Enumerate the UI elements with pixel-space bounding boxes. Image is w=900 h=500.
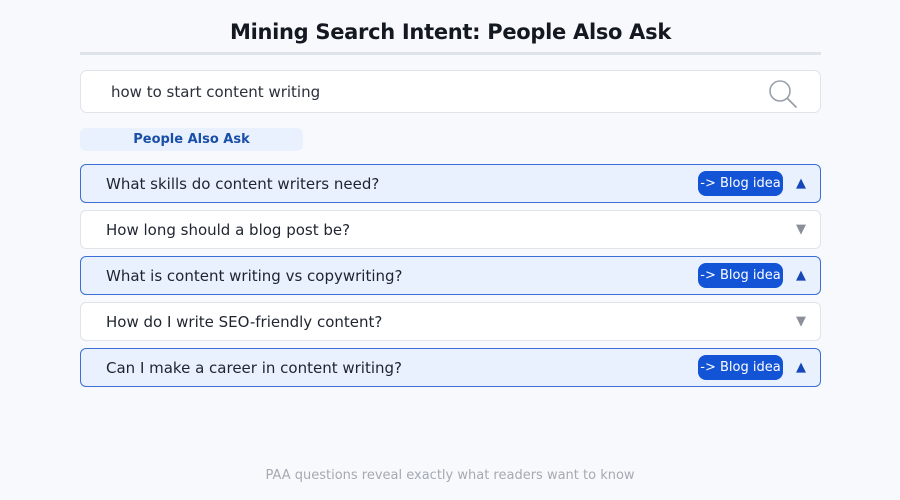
title-divider <box>80 52 821 55</box>
page: Mining Search Intent: People Also Ask ho… <box>0 0 900 500</box>
paa-question[interactable]: What skills do content writers need? -> … <box>80 164 821 203</box>
blog-idea-badge[interactable]: -> Blog idea <box>698 355 783 380</box>
paa-question[interactable]: How do I write SEO-friendly content? ▼ <box>80 302 821 341</box>
search-bar[interactable]: how to start content writing <box>80 70 821 113</box>
caret-icon[interactable]: ▲ <box>796 177 806 190</box>
question-text: Can I make a career in content writing? <box>106 359 402 377</box>
caret-icon[interactable]: ▼ <box>796 223 806 236</box>
paa-question[interactable]: Can I make a career in content writing? … <box>80 348 821 387</box>
paa-question-list: What skills do content writers need? -> … <box>80 164 821 394</box>
question-text: How do I write SEO-friendly content? <box>106 313 383 331</box>
caret-icon[interactable]: ▲ <box>796 361 806 374</box>
question-text: What is content writing vs copywriting? <box>106 267 403 285</box>
search-icon[interactable] <box>768 79 800 109</box>
question-text: How long should a blog post be? <box>106 221 351 239</box>
paa-question[interactable]: What is content writing vs copywriting? … <box>80 256 821 295</box>
caret-icon[interactable]: ▲ <box>796 269 806 282</box>
question-text: What skills do content writers need? <box>106 175 380 193</box>
blog-idea-badge[interactable]: -> Blog idea <box>698 171 783 196</box>
caret-icon[interactable]: ▼ <box>796 315 806 328</box>
people-also-ask-label: People Also Ask <box>80 128 303 151</box>
blog-idea-badge[interactable]: -> Blog idea <box>698 263 783 288</box>
page-title: Mining Search Intent: People Also Ask <box>229 20 672 44</box>
footer-note: PAA questions reveal exactly what reader… <box>265 468 635 483</box>
paa-question[interactable]: How long should a blog post be? ▼ <box>80 210 821 249</box>
search-input[interactable]: how to start content writing <box>111 83 320 101</box>
